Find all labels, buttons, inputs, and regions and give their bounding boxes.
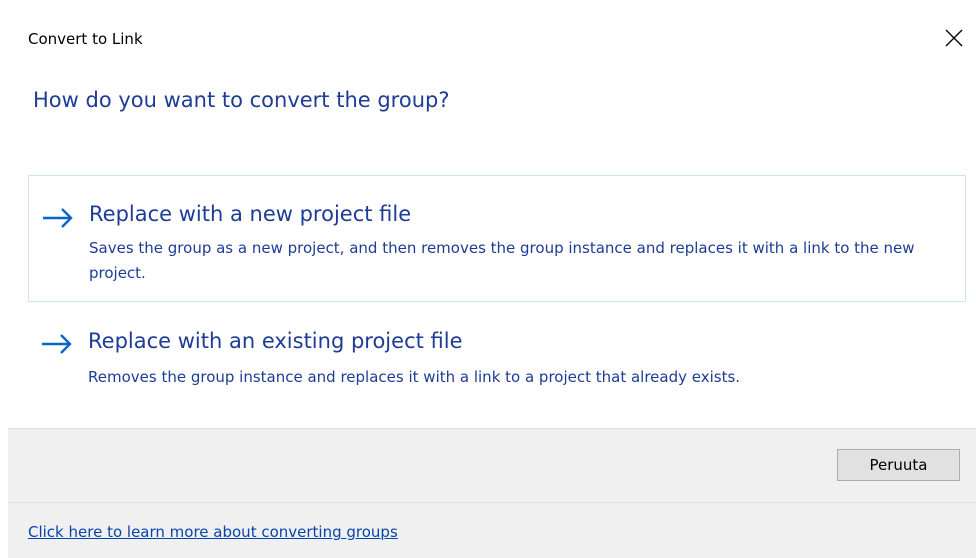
option-description: Removes the group instance and replaces …: [88, 368, 741, 386]
main-instruction: How do you want to convert the group?: [33, 88, 450, 112]
cancel-button[interactable]: Peruuta: [837, 449, 960, 481]
arrow-right-icon: [42, 334, 72, 354]
button-bar: Peruuta: [8, 428, 976, 502]
learn-more-link[interactable]: Click here to learn more about convertin…: [28, 523, 398, 541]
replace-with-existing-project-option[interactable]: Replace with an existing project file Re…: [28, 320, 966, 404]
option-title: Replace with a new project file: [89, 202, 412, 226]
title-bar: Convert to Link: [0, 0, 976, 72]
replace-with-new-project-option[interactable]: Replace with a new project file Saves th…: [28, 175, 966, 302]
dialog-title: Convert to Link: [28, 30, 143, 48]
close-icon: [945, 29, 963, 47]
option-description: Saves the group as a new project, and th…: [89, 239, 915, 282]
close-button[interactable]: [936, 20, 972, 56]
arrow-right-icon: [43, 208, 73, 228]
convert-to-link-dialog: Convert to Link How do you want to conve…: [0, 0, 976, 558]
footnote-area: Click here to learn more about convertin…: [8, 502, 976, 558]
option-title: Replace with an existing project file: [88, 329, 463, 353]
